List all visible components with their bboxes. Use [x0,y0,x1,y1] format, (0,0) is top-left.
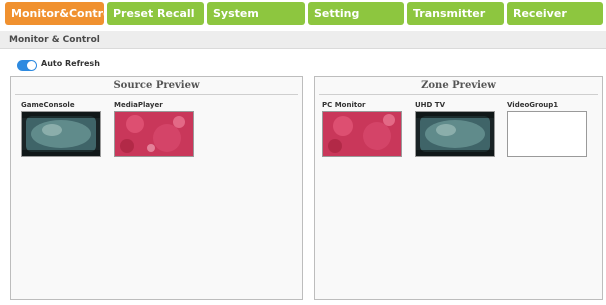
toggle-knob [27,61,36,70]
pink-scene-image [323,112,401,156]
tab-transmitter[interactable]: Transmitter [407,2,504,25]
tab-monitor-control[interactable]: Monitor&Control [5,2,104,25]
zone-item-uhd-tv: UHD TV [415,101,495,157]
main-tab-bar: Monitor&Control Preset Recall System Set… [0,0,606,27]
source-thumbnail-mediaplayer[interactable] [114,111,194,157]
tab-setting[interactable]: Setting [308,2,404,25]
source-thumbnail-gameconsole[interactable] [21,111,101,157]
panel-divider [319,94,598,95]
zone-label-videogroup1: VideoGroup1 [507,101,559,109]
zone-thumbnail-uhd-tv[interactable] [415,111,495,157]
zone-label-pc-monitor: PC Monitor [322,101,366,109]
pink-scene-image [115,112,193,156]
source-item-gameconsole: GameConsole [21,101,101,157]
tab-receiver[interactable]: Receiver [507,2,603,25]
panel-divider [15,94,298,95]
zone-preview-panel: Zone Preview PC Monitor UHD TV VideoGrou… [314,76,603,300]
tab-preset-recall[interactable]: Preset Recall [107,2,204,25]
zone-item-pc-monitor: PC Monitor [322,101,402,157]
source-item-mediaplayer: MediaPlayer [114,101,194,157]
auto-refresh-toggle[interactable] [17,60,37,71]
zone-thumbnail-pc-monitor[interactable] [322,111,402,157]
zone-item-videogroup1: VideoGroup1 [507,101,587,157]
source-label-mediaplayer: MediaPlayer [114,101,163,109]
zone-preview-title: Zone Preview [421,80,496,91]
dark-scene-image [22,112,100,156]
source-preview-title: Source Preview [113,80,200,91]
zone-thumbnail-videogroup1[interactable] [507,111,587,157]
tab-system[interactable]: System [207,2,305,25]
page-title: Monitor & Control [0,31,606,49]
dark-scene-image [416,112,494,156]
source-label-gameconsole: GameConsole [21,101,75,109]
auto-refresh-label: Auto Refresh [41,59,100,68]
zone-label-uhd-tv: UHD TV [415,101,445,109]
source-preview-panel: Source Preview GameConsole MediaPlayer [10,76,303,300]
